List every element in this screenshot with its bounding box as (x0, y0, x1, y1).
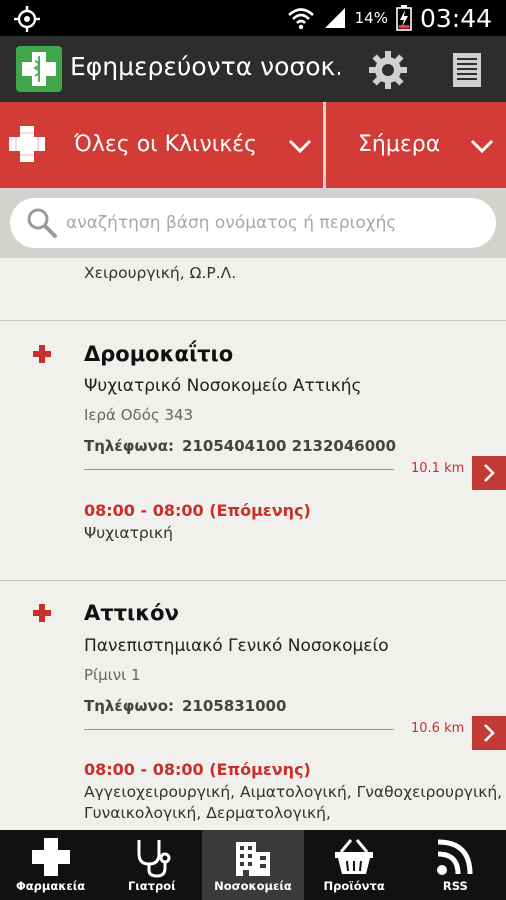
list-divider (0, 320, 506, 321)
distance-line (84, 729, 394, 730)
search-bar (0, 188, 506, 258)
distance: 10.6 km (411, 721, 465, 736)
hospital-cross-icon (33, 345, 51, 363)
nav-label: RSS (442, 879, 468, 893)
search-input[interactable] (66, 198, 486, 248)
signal-icon (324, 8, 345, 28)
app-logo-icon[interactable] (16, 46, 62, 92)
nav-label: Γιατροί (127, 879, 176, 893)
chevron-down-icon (470, 139, 494, 153)
battery-percent: 14% (354, 9, 388, 27)
search-icon (27, 208, 57, 238)
medical-cross-icon (9, 126, 45, 162)
chevron-right-icon (484, 464, 495, 482)
hospital-hours: 08:00 - 08:00 (Επόμενης) (84, 760, 311, 779)
list-divider (0, 580, 506, 581)
nav-label: Προϊόντα (323, 879, 385, 893)
directions-button[interactable] (472, 716, 506, 750)
app-bar: Εφημερεύοντα νοσοκ... (0, 36, 506, 102)
bottom-nav: Φαρμακεία Γιατροί Νοσοκομεία Προϊόντα RS… (0, 830, 506, 900)
wifi-icon (287, 8, 314, 30)
clinics-dropdown-label: Όλες οι Κλινικές (74, 132, 257, 157)
pharmacy-cross-icon (31, 838, 70, 876)
day-dropdown[interactable]: Σήμερα (326, 102, 506, 188)
hospital-address: Ρίμινι 1 (84, 666, 141, 684)
phone-numbers[interactable]: 2105404100 2132046000 (182, 437, 396, 455)
filter-bar: Όλες οι Κλινικές Σήμερα (0, 102, 506, 188)
nav-rss[interactable]: RSS (405, 830, 506, 900)
gear-icon[interactable] (368, 50, 408, 90)
hospital-subtitle: Πανεπιστημιακό Γενικό Νοσοκομείο (84, 636, 389, 656)
shopping-basket-icon (335, 839, 374, 874)
hospital-specialties: Ψυχιατρική (84, 524, 173, 542)
app-title: Εφημερεύοντα νοσοκ... (70, 52, 340, 81)
hospital-phone-row[interactable]: Τηλέφωνα: 2105404100 2132046000 (84, 437, 396, 455)
hospital-specialties: Αγγειοχειρουργική, Αιματολογική, Γναθοχε… (84, 783, 503, 822)
hospital-name: Δρομοκαΐτιο (84, 342, 234, 366)
list-item[interactable]: Δρομοκαΐτιο Ψυχιατρικό Νοσοκομείο Αττική… (0, 320, 506, 580)
hospital-address: Ιερά Οδός 343 (84, 406, 194, 424)
chevron-down-icon (288, 139, 312, 153)
list-menu-icon[interactable] (452, 52, 482, 88)
hospital-building-icon (235, 842, 270, 876)
phone-label: Τηλέφωνα: (84, 437, 175, 455)
chevron-right-icon (484, 724, 495, 742)
hospital-subtitle: Ψυχιατρικό Νοσοκομείο Αττικής (84, 376, 362, 396)
nav-label: Νοσοκομεία (214, 879, 292, 893)
list-item-partial[interactable]: Χειρουργική, Ω.Ρ.Λ. (0, 258, 506, 320)
list-item[interactable]: Αττικόν Πανεπιστημιακό Γενικό Νοσοκομείο… (0, 580, 506, 830)
gps-icon (14, 6, 40, 32)
clinics-dropdown[interactable]: Όλες οι Κλινικές (56, 102, 322, 188)
phone-label: Τηλέφωνο: (84, 697, 175, 715)
directions-button[interactable] (472, 456, 506, 490)
hospital-name: Αττικόν (84, 601, 179, 625)
day-dropdown-label: Σήμερα (358, 132, 441, 157)
hospital-phone-row[interactable]: Τηλέφωνο: 2105831000 (84, 697, 286, 715)
status-bar: 14% 03:44 (0, 0, 506, 36)
hospital-cross-icon (33, 604, 51, 622)
nav-pharmacies[interactable]: Φαρμακεία (0, 830, 101, 900)
distance: 10.1 km (411, 461, 465, 476)
hospital-hours: 08:00 - 08:00 (Επόμενης) (84, 501, 311, 520)
nav-products[interactable]: Προϊόντα (304, 830, 405, 900)
nav-label: Φαρμακεία (15, 879, 86, 893)
hospital-list[interactable]: Χειρουργική, Ω.Ρ.Λ. Δρομοκαΐτιο Ψυχιατρι… (0, 258, 506, 830)
clock: 03:44 (419, 3, 492, 33)
nav-hospitals[interactable]: Νοσοκομεία (202, 830, 304, 900)
nav-doctors[interactable]: Γιατροί (101, 830, 202, 900)
battery-charging-icon (396, 5, 412, 31)
hospital-specialties: Χειρουργική, Ω.Ρ.Λ. (84, 264, 237, 282)
distance-line (84, 469, 394, 470)
stethoscope-icon (137, 840, 171, 878)
phone-numbers[interactable]: 2105831000 (182, 697, 286, 715)
rss-icon (437, 839, 473, 875)
search-box[interactable] (10, 198, 496, 248)
